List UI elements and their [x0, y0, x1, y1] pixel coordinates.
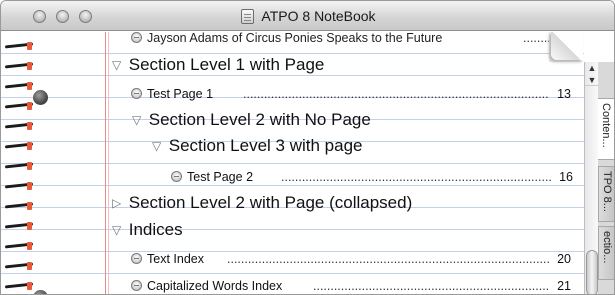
leader-dots: ........................................… — [227, 252, 549, 266]
section-title: Section Level 2 with No Page — [148, 110, 371, 129]
spiral-ring — [5, 202, 35, 210]
leader-dots: ........................................… — [313, 279, 549, 293]
outline-row-section-2-no-page[interactable]: ▽ Section Level 2 with No Page — [132, 110, 371, 130]
outline-row-text-index[interactable]: Text Index .............................… — [131, 252, 574, 268]
outline-row-capitalized-words-index[interactable]: Capitalized Words Index ................… — [131, 279, 574, 294]
outline-row-test-page-1[interactable]: Test Page 1 ............................… — [131, 87, 574, 103]
outline-row-test-page-2[interactable]: Test Page 2 ............................… — [171, 170, 574, 186]
notebook-content: Jayson Adams of Circus Ponies Speaks to … — [1, 32, 614, 294]
disclosure-expanded-icon[interactable]: ▽ — [112, 58, 124, 72]
spiral-ring — [5, 102, 35, 110]
outline-item-label: Test Page 1 — [147, 87, 214, 101]
page-bullet-icon — [171, 171, 182, 182]
tab-label: Conten... — [600, 103, 612, 148]
spiral-ring — [5, 182, 35, 190]
outline-item-label: Capitalized Words Index — [147, 279, 283, 293]
page-bullet-icon — [131, 32, 142, 43]
page-number: 21 — [557, 279, 571, 293]
scroll-up-arrow-icon[interactable]: ▲ — [585, 62, 599, 74]
tab-contents[interactable]: Conten... — [598, 98, 614, 160]
title-bar[interactable]: ATPO 8 NoteBook — [1, 1, 614, 31]
outline-row-section-2-collapsed[interactable]: ▷ Section Level 2 with Page (collapsed) — [112, 193, 412, 213]
outline-item-label: Text Index — [147, 252, 204, 266]
outline-row-section-1[interactable]: ▽ Section Level 1 with Page — [112, 55, 324, 75]
tab-section[interactable]: ectio... — [598, 226, 614, 280]
page-curl-corner[interactable] — [541, 32, 583, 66]
tab-label: ectio... — [601, 231, 613, 264]
spiral-ring — [5, 142, 35, 150]
section-title: Section Level 2 with Page (collapsed) — [128, 193, 413, 212]
spiral-ring — [5, 62, 35, 70]
section-tabs: Conten... TPO 8... ectio... — [598, 62, 614, 294]
vertical-scrollbar[interactable]: ▲ ▼ — [584, 62, 599, 294]
page-bullet-icon — [131, 280, 142, 291]
tab-atpo8[interactable]: TPO 8... — [598, 166, 614, 222]
spiral-binding — [1, 32, 41, 294]
outline-item-label: Jayson Adams of Circus Ponies Speaks to … — [147, 32, 443, 45]
title-wrap: ATPO 8 NoteBook — [1, 1, 614, 31]
outline-item-label: Test Page 2 — [187, 170, 254, 184]
page-number: 16 — [559, 170, 573, 184]
spiral-ring — [5, 262, 35, 270]
outline-row-section-3[interactable]: ▽ Section Level 3 with page — [152, 136, 362, 156]
scroll-down-arrow-icon[interactable]: ▼ — [585, 74, 599, 86]
punch-hole — [33, 90, 48, 105]
spiral-ring — [5, 282, 35, 290]
margin-line — [105, 32, 106, 294]
page-bullet-icon — [131, 253, 142, 264]
notebook-page[interactable]: Jayson Adams of Circus Ponies Speaks to … — [1, 32, 584, 294]
punch-hole — [33, 290, 48, 294]
disclosure-collapsed-icon[interactable]: ▷ — [112, 196, 124, 210]
spiral-ring — [5, 42, 35, 50]
margin-line-secondary — [108, 32, 109, 294]
notebook-window: ATPO 8 NoteBook Jayson Adams of Circus P… — [0, 0, 615, 295]
page-number: 13 — [557, 87, 571, 101]
disclosure-expanded-icon[interactable]: ▽ — [132, 113, 144, 127]
spiral-ring — [5, 222, 35, 230]
spiral-ring — [5, 122, 35, 130]
window-title: ATPO 8 NoteBook — [261, 8, 376, 24]
page-number: 20 — [557, 252, 571, 266]
notebook-document-icon — [241, 8, 255, 24]
outline-row-jayson[interactable]: Jayson Adams of Circus Ponies Speaks to … — [131, 32, 571, 47]
leader-dots: ........................................… — [243, 87, 549, 101]
spiral-ring — [5, 162, 35, 170]
page-bullet-icon — [131, 88, 142, 99]
tab-label: TPO 8... — [601, 171, 613, 212]
spiral-ring — [5, 242, 35, 250]
section-title: Section Level 3 with page — [168, 136, 363, 155]
leader-dots: ........................................… — [281, 170, 551, 184]
section-title: Indices — [128, 220, 183, 239]
disclosure-expanded-icon[interactable]: ▽ — [152, 139, 164, 153]
scroll-thumb[interactable] — [586, 250, 598, 294]
section-title: Section Level 1 with Page — [128, 55, 325, 74]
disclosure-expanded-icon[interactable]: ▽ — [112, 223, 124, 237]
spiral-ring — [5, 82, 35, 90]
outline-row-indices[interactable]: ▽ Indices — [112, 220, 183, 240]
